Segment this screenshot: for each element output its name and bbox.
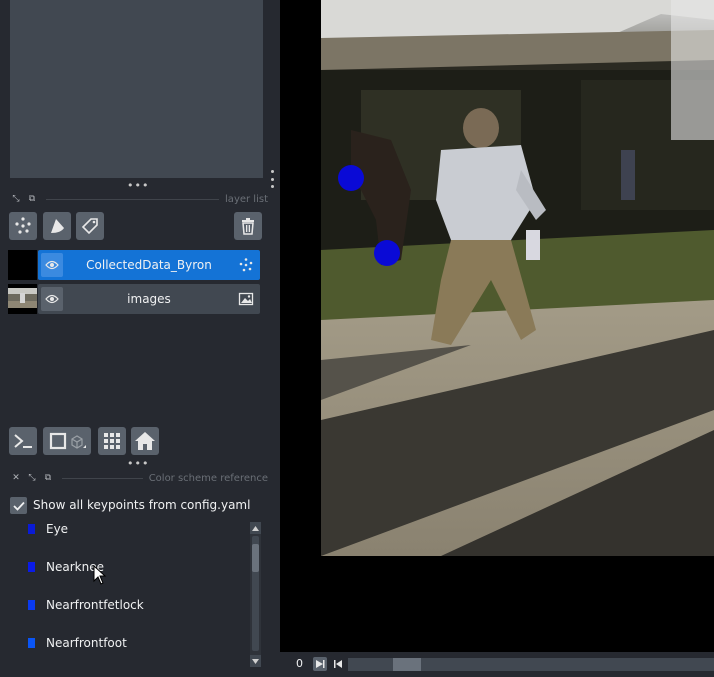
frame-slider[interactable] [348, 658, 714, 671]
show-all-keypoints-label[interactable]: Show all keypoints from config.yaml [33, 497, 250, 514]
ndisplay-icon [49, 432, 86, 450]
trash-icon [242, 218, 254, 235]
layer-list-titlebar: ⤡ ⧉ layer list [8, 192, 268, 206]
float-icon[interactable]: ⤡ [24, 473, 40, 483]
detach-icon[interactable]: ⧉ [40, 473, 56, 483]
home-button[interactable] [131, 427, 159, 455]
mouse-cursor-icon [93, 565, 107, 585]
keypoint-marker[interactable] [374, 240, 400, 266]
color-swatch [28, 600, 35, 610]
grid-icon [104, 433, 120, 449]
color-swatch [28, 524, 35, 534]
viewer-canvas[interactable] [280, 0, 714, 652]
new-labels-button[interactable] [76, 212, 104, 240]
list-item: Nearfrontfoot [28, 633, 127, 653]
dock-resize-handle[interactable] [269, 170, 275, 188]
chevron-down-icon [252, 658, 259, 664]
new-points-button[interactable] [9, 212, 37, 240]
layer-thumbnail [8, 284, 37, 314]
scroll-thumb[interactable] [252, 544, 259, 572]
layer-controls-panel [10, 0, 263, 178]
keypoint-list-scrollbar[interactable] [250, 522, 261, 667]
points-icon [15, 217, 31, 234]
close-icon[interactable]: ⤡ [8, 194, 24, 204]
labels-icon [81, 218, 98, 235]
scroll-down-button[interactable] [250, 655, 261, 667]
console-icon [14, 434, 32, 448]
check-icon [12, 501, 25, 511]
keypoint-marker[interactable] [338, 165, 364, 191]
shapes-icon [51, 219, 64, 233]
layer-list-title: layer list [225, 193, 268, 205]
keypoint-label: Nearfrontfoot [46, 636, 127, 650]
frame-number[interactable]: 0 [296, 657, 303, 670]
eye-icon [45, 294, 59, 304]
color-swatch [28, 638, 35, 648]
list-item: Eye [28, 519, 68, 539]
color-swatch [28, 562, 35, 572]
left-dock: ••• ⤡ ⧉ layer list CollectedData_Byron i… [0, 0, 280, 677]
play-icon [316, 660, 325, 668]
color-scheme-title: Color scheme reference [148, 472, 268, 484]
scroll-up-button[interactable] [250, 522, 261, 534]
delete-layer-button[interactable] [234, 212, 262, 240]
visibility-toggle[interactable] [41, 253, 63, 277]
layer-row-collecteddata[interactable]: CollectedData_Byron [8, 250, 260, 280]
eye-icon [45, 260, 59, 270]
image-thumbnail [8, 284, 37, 314]
layer-name[interactable]: images [66, 284, 232, 314]
color-scheme-titlebar: ✕ ⤡ ⧉ Color scheme reference [8, 471, 268, 485]
list-item: Nearfrontfetlock [28, 595, 144, 615]
points-icon [239, 258, 253, 272]
keypoint-label: Eye [46, 522, 69, 536]
visibility-toggle[interactable] [41, 287, 63, 311]
ndisplay-button[interactable] [43, 427, 91, 455]
keypoint-label: Nearfrontfetlock [46, 598, 144, 612]
layer-body[interactable]: images [38, 284, 260, 314]
step-back-button[interactable] [331, 657, 345, 671]
grid-view-button[interactable] [98, 427, 126, 455]
console-button[interactable] [9, 427, 37, 455]
step-back-icon [334, 660, 342, 668]
home-icon [135, 432, 155, 450]
frame-slider-thumb[interactable] [393, 658, 421, 671]
show-all-keypoints-checkbox[interactable] [10, 497, 27, 514]
dims-slider-bar: 0 [280, 652, 714, 677]
play-button[interactable] [313, 657, 327, 671]
keypoint-list: Eye Nearknee Nearfrontfetlock Nearfrontf… [0, 519, 250, 667]
layer-name[interactable]: CollectedData_Byron [66, 250, 232, 280]
close-icon[interactable]: ✕ [8, 473, 24, 483]
layer-body[interactable]: CollectedData_Byron [38, 250, 260, 280]
float-icon[interactable]: ⧉ [24, 194, 40, 204]
chevron-up-icon [252, 525, 259, 531]
layer-controls-resize-handle[interactable]: ••• [127, 180, 149, 191]
video-frame-image[interactable] [321, 0, 714, 556]
new-shapes-button[interactable] [43, 212, 71, 240]
dock-resize-handle-2[interactable]: ••• [127, 458, 149, 469]
layer-row-images[interactable]: images [8, 284, 260, 314]
image-icon [238, 292, 254, 306]
layer-thumbnail [8, 250, 37, 280]
